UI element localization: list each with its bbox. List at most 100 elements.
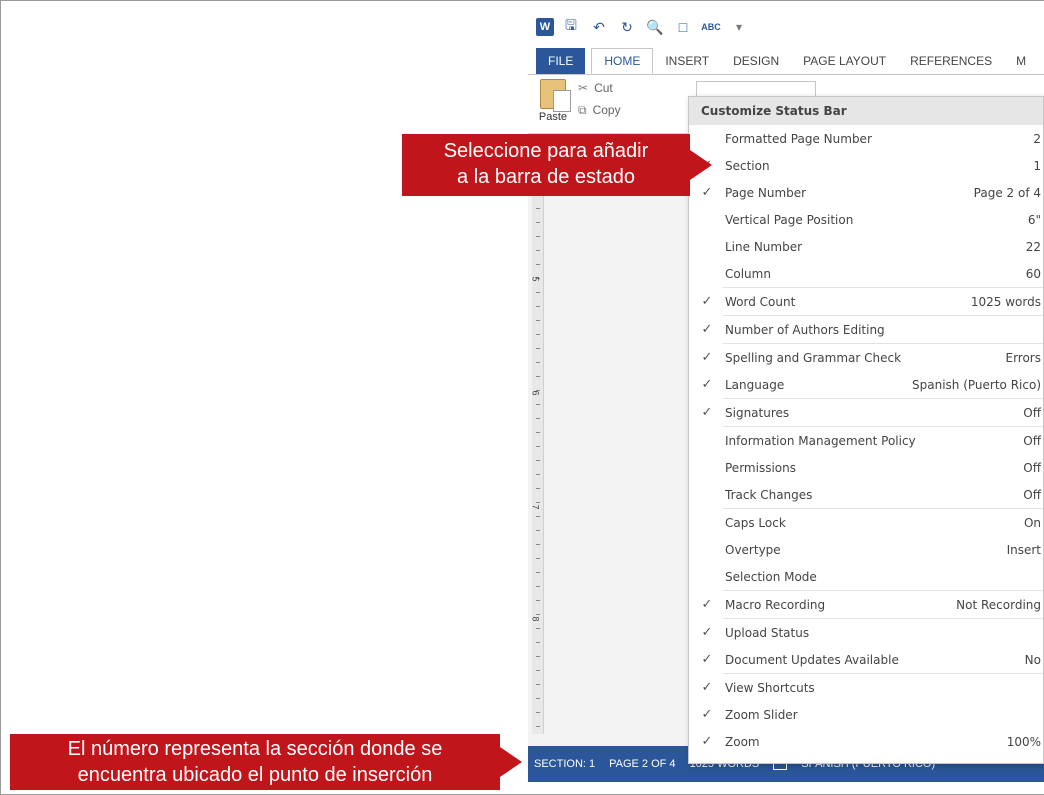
customize-qat-icon[interactable]: ▾ xyxy=(728,16,750,38)
menu-item-label: Upload Status xyxy=(725,625,810,640)
tab-home[interactable]: HOME xyxy=(591,48,654,74)
status-page[interactable]: PAGE 2 OF 4 xyxy=(609,758,675,770)
menu-item-page-number[interactable]: ✓ Page Number Page 2 of 4 xyxy=(689,179,1043,206)
menu-item-value: Off xyxy=(1023,405,1041,420)
ruler-tick xyxy=(536,418,540,419)
menu-item-label: Formatted Page Number xyxy=(725,131,872,146)
ruler-tick xyxy=(536,670,540,671)
undo-icon[interactable]: ↶ xyxy=(588,16,610,38)
menu-item-information-management-policy[interactable]: Information Management Policy Off xyxy=(689,427,1043,454)
ruler-tick xyxy=(536,684,540,685)
menu-item-overtype[interactable]: Overtype Insert xyxy=(689,536,1043,563)
menu-item-line-number[interactable]: Line Number 22 xyxy=(689,233,1043,260)
menu-item-label: Information Management Policy xyxy=(725,433,916,448)
word-logo-icon: W xyxy=(536,18,554,36)
menu-item-label: Macro Recording xyxy=(725,597,826,612)
menu-item-caps-lock[interactable]: Caps Lock On xyxy=(689,509,1043,536)
callout-top-line2: a la barra de estado xyxy=(457,166,635,188)
vertical-ruler: 5 6 7 8 xyxy=(530,134,544,734)
ruler-tick xyxy=(536,642,540,643)
menu-item-spelling-and-grammar-check[interactable]: ✓ Spelling and Grammar Check Errors xyxy=(689,344,1043,371)
scissors-icon: ✂ xyxy=(578,81,589,95)
checkmark-icon: ✓ xyxy=(701,294,713,309)
menu-title: Customize Status Bar xyxy=(689,97,1043,125)
menu-item-value: On xyxy=(1023,515,1041,530)
menu-item-value: 6" xyxy=(1027,212,1041,227)
tab-m[interactable]: M xyxy=(1004,48,1038,74)
menu-item-label: Caps Lock xyxy=(725,515,786,530)
menu-item-macro-recording[interactable]: ✓ Macro Recording Not Recording xyxy=(689,591,1043,618)
copy-label: Copy xyxy=(592,103,621,117)
menu-item-language[interactable]: ✓ Language Spanish (Puerto Rico) xyxy=(689,371,1043,398)
menu-item-word-count[interactable]: ✓ Word Count 1025 words xyxy=(689,288,1043,315)
status-section[interactable]: SECTION: 1 xyxy=(534,758,595,770)
ruler-tick xyxy=(536,222,540,223)
menu-item-track-changes[interactable]: Track Changes Off xyxy=(689,481,1043,508)
menu-item-formatted-page-number[interactable]: Formatted Page Number 2 xyxy=(689,125,1043,152)
ruler-tick xyxy=(536,572,540,573)
menu-item-value: Off xyxy=(1023,487,1041,502)
menu-item-label: Vertical Page Position xyxy=(725,212,854,227)
ruler-tick xyxy=(536,376,540,377)
print-preview-icon[interactable]: 🔍 xyxy=(644,16,666,38)
checkmark-icon: ✓ xyxy=(701,185,713,200)
menu-item-column[interactable]: Column 60 xyxy=(689,260,1043,287)
menu-item-label: Page Number xyxy=(725,185,807,200)
callout-section-number: El número representa la sección donde se… xyxy=(10,734,522,790)
quick-access-toolbar: W 🖫 ↶ ↻ 🔍 □ ABC ▾ xyxy=(528,10,1044,44)
ruler-tick xyxy=(536,208,540,209)
tab-design[interactable]: DESIGN xyxy=(721,48,791,74)
menu-item-section[interactable]: ✓Section1 xyxy=(689,152,1043,179)
menu-item-label: Section xyxy=(725,158,770,173)
ruler-tick xyxy=(536,292,540,293)
ruler-tick xyxy=(536,306,540,307)
menu-item-value: Off xyxy=(1023,460,1041,475)
checkmark-icon: ✓ xyxy=(701,322,713,337)
menu-item-label: Permissions xyxy=(725,460,796,475)
menu-item-vertical-page-position[interactable]: Vertical Page Position 6" xyxy=(689,206,1043,233)
new-document-icon[interactable]: □ xyxy=(672,16,694,38)
checkmark-icon: ✓ xyxy=(701,377,713,392)
ruler-tick xyxy=(536,488,540,489)
redo-icon[interactable]: ↻ xyxy=(616,16,638,38)
menu-item-number-of-authors-editing[interactable]: ✓ Number of Authors Editing xyxy=(689,316,1043,343)
menu-item-value: 22 xyxy=(1025,239,1041,254)
menu-item-zoom-slider[interactable]: ✓ Zoom Slider xyxy=(689,701,1043,728)
menu-item-upload-status[interactable]: ✓ Upload Status xyxy=(689,619,1043,646)
ruler-number: 8 xyxy=(530,616,541,622)
menu-item-label: Language xyxy=(725,377,785,392)
menu-item-value: 1025 words xyxy=(970,294,1041,309)
save-icon[interactable]: 🖫 xyxy=(560,16,582,38)
clipboard-group: ✂ Cut ⧉ Copy xyxy=(578,77,621,121)
ruler-tick xyxy=(536,320,540,321)
menu-item-label: Document Updates Available xyxy=(725,652,899,667)
ruler-tick xyxy=(536,502,540,503)
menu-item-view-shortcuts[interactable]: ✓ View Shortcuts xyxy=(689,674,1043,701)
ruler-tick xyxy=(536,250,540,251)
menu-item-value: Page 2 of 4 xyxy=(973,185,1041,200)
copy-button[interactable]: ⧉ Copy xyxy=(578,99,621,121)
ruler-tick xyxy=(536,558,540,559)
tab-insert[interactable]: INSERT xyxy=(653,48,721,74)
ruler-number: 6 xyxy=(530,390,541,396)
menu-item-signatures[interactable]: ✓ Signatures Off xyxy=(689,399,1043,426)
spelling-icon[interactable]: ABC xyxy=(700,16,722,38)
paste-button[interactable]: Paste xyxy=(534,79,572,123)
menu-item-value: 1 xyxy=(1033,158,1041,173)
cut-button[interactable]: ✂ Cut xyxy=(578,77,621,99)
menu-item-value: Spanish (Puerto Rico) xyxy=(912,377,1041,392)
callout-bottom-line1: El número representa la sección donde se xyxy=(67,738,443,760)
menu-item-permissions[interactable]: Permissions Off xyxy=(689,454,1043,481)
copy-icon: ⧉ xyxy=(578,103,587,117)
tab-page-layout[interactable]: PAGE LAYOUT xyxy=(791,48,898,74)
tab-file[interactable]: FILE xyxy=(536,48,586,74)
tab-references[interactable]: REFERENCES xyxy=(898,48,1004,74)
ruler-tick xyxy=(536,348,540,349)
menu-item-zoom[interactable]: ✓ Zoom 100% xyxy=(689,728,1043,755)
cut-label: Cut xyxy=(594,81,613,95)
customize-status-bar-menu: Customize Status Bar Formatted Page Numb… xyxy=(688,96,1044,764)
menu-item-selection-mode[interactable]: Selection Mode xyxy=(689,563,1043,590)
ruler-tick xyxy=(536,362,540,363)
ruler-tick xyxy=(536,404,540,405)
menu-item-document-updates-available[interactable]: ✓ Document Updates Available No xyxy=(689,646,1043,673)
